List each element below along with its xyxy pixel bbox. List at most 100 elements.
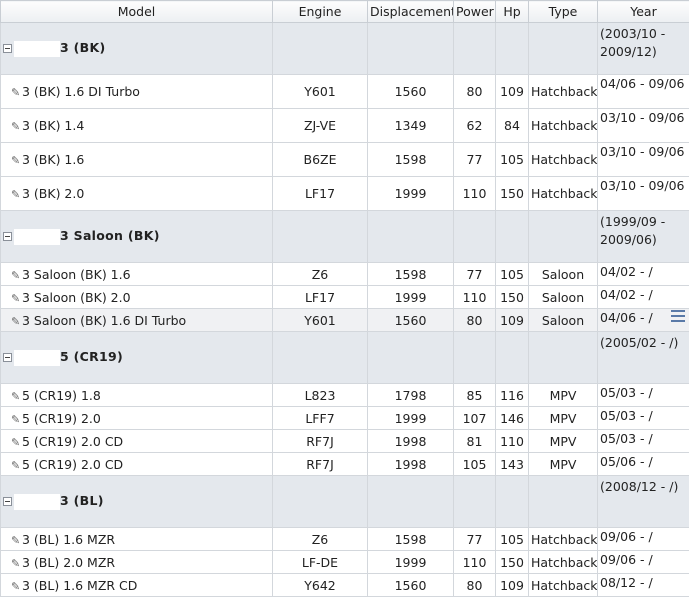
table-row[interactable]: ✎5 (CR19) 2.0 CDRF7J1998105143MPV05/06 -… bbox=[1, 453, 689, 476]
type-cell: Hatchback bbox=[529, 177, 598, 211]
model-name[interactable]: 5 (CR19) 2.0 CD bbox=[22, 457, 123, 472]
hp-cell: 105 bbox=[496, 528, 529, 551]
engine-cell: LF17 bbox=[273, 177, 368, 211]
model-name[interactable]: 5 (CR19) 2.0 CD bbox=[22, 434, 123, 449]
empty-cell bbox=[496, 476, 529, 528]
table-row[interactable]: ✎5 (CR19) 2.0LFF71999107146MPV05/03 - / bbox=[1, 407, 689, 430]
table-row[interactable]: ✎3 (BK) 1.6B6ZE159877105Hatchback03/10 -… bbox=[1, 143, 689, 177]
year-value: 05/06 - / bbox=[600, 454, 653, 469]
model-name[interactable]: 3 Saloon (BK) 1.6 bbox=[22, 267, 131, 282]
table-row[interactable]: ✎3 (BK) 2.0LF171999110150Hatchback03/10 … bbox=[1, 177, 689, 211]
group-row[interactable]: 5 (CR19)(2005/02 - /) bbox=[1, 332, 689, 384]
power-cell: 80 bbox=[454, 75, 496, 109]
table-row[interactable]: ✎3 (BK) 1.4ZJ-VE13496284Hatchback03/10 -… bbox=[1, 109, 689, 143]
model-name[interactable]: 3 (BK) 1.6 bbox=[22, 152, 84, 167]
redacted-brand bbox=[14, 350, 60, 366]
empty-cell bbox=[368, 211, 454, 263]
table-row[interactable]: ✎3 Saloon (BK) 1.6 DI TurboY601156080109… bbox=[1, 309, 689, 332]
group-row[interactable]: 3 Saloon (BK)(1999/09 - 2009/06) bbox=[1, 211, 689, 263]
year-value: 05/03 - / bbox=[600, 431, 653, 446]
model-name[interactable]: 3 (BK) 1.4 bbox=[22, 118, 84, 133]
model-name[interactable]: 3 (BL) 2.0 MZR bbox=[22, 555, 115, 570]
type-cell: Hatchback bbox=[529, 109, 598, 143]
table-row[interactable]: ✎3 Saloon (BK) 1.6Z6159877105Saloon04/02… bbox=[1, 263, 689, 286]
year-cell: 04/02 - / bbox=[598, 263, 689, 286]
vehicle-table: Model Engine Displacement Power Hp Type … bbox=[0, 0, 689, 597]
collapse-toggle-icon[interactable] bbox=[3, 353, 12, 362]
wrench-icon: ✎ bbox=[11, 557, 21, 570]
group-row[interactable]: 3 (BL) (2008/12 - /) bbox=[1, 476, 689, 528]
type-cell: Saloon bbox=[529, 263, 598, 286]
column-header-hp[interactable]: Hp bbox=[496, 1, 529, 23]
group-name: 3 (BK) bbox=[60, 40, 106, 55]
empty-cell bbox=[368, 332, 454, 384]
wrench-icon: ✎ bbox=[11, 390, 21, 403]
wrench-icon: ✎ bbox=[11, 154, 21, 167]
column-header-year[interactable]: Year bbox=[598, 1, 689, 23]
type-cell: Hatchback bbox=[529, 551, 598, 574]
hp-cell: 150 bbox=[496, 177, 529, 211]
column-header-displacement[interactable]: Displacement bbox=[368, 1, 454, 23]
empty-cell bbox=[273, 332, 368, 384]
column-header-model[interactable]: Model bbox=[1, 1, 273, 23]
table-row[interactable]: ✎3 (BK) 1.6 DI TurboY601156080109Hatchba… bbox=[1, 75, 689, 109]
table-row[interactable]: ✎5 (CR19) 2.0 CDRF7J199881110MPV05/03 - … bbox=[1, 430, 689, 453]
column-header-type[interactable]: Type bbox=[529, 1, 598, 23]
list-icon[interactable] bbox=[671, 310, 685, 322]
type-cell: Hatchback bbox=[529, 528, 598, 551]
type-cell: Hatchback bbox=[529, 574, 598, 597]
group-name-cell: 3 (BL) bbox=[1, 476, 273, 528]
power-cell: 110 bbox=[454, 177, 496, 211]
type-cell: Saloon bbox=[529, 286, 598, 309]
model-name[interactable]: 3 (BK) 1.6 DI Turbo bbox=[22, 84, 140, 99]
column-header-power[interactable]: Power bbox=[454, 1, 496, 23]
year-value: 03/10 - 09/06 bbox=[600, 110, 685, 125]
year-value: 05/03 - / bbox=[600, 385, 653, 400]
model-cell: ✎3 Saloon (BK) 1.6 bbox=[1, 263, 273, 286]
table-row[interactable]: ✎5 (CR19) 1.8L823179885116MPV05/03 - / bbox=[1, 384, 689, 407]
collapse-toggle-icon[interactable] bbox=[3, 232, 12, 241]
hp-cell: 150 bbox=[496, 551, 529, 574]
column-header-engine[interactable]: Engine bbox=[273, 1, 368, 23]
power-cell: 81 bbox=[454, 430, 496, 453]
model-name[interactable]: 3 Saloon (BK) 1.6 DI Turbo bbox=[22, 313, 186, 328]
group-year: (2008/12 - /) bbox=[598, 476, 689, 528]
table-row[interactable]: ✎3 (BL) 1.6 MZRZ6159877105Hatchback09/06… bbox=[1, 528, 689, 551]
engine-cell: LF-DE bbox=[273, 551, 368, 574]
year-value: 08/12 - / bbox=[600, 575, 653, 590]
empty-cell bbox=[454, 23, 496, 75]
power-cell: 110 bbox=[454, 286, 496, 309]
model-name[interactable]: 5 (CR19) 1.8 bbox=[22, 388, 101, 403]
type-cell: MPV bbox=[529, 384, 598, 407]
displacement-cell: 1998 bbox=[368, 453, 454, 476]
displacement-cell: 1998 bbox=[368, 430, 454, 453]
table-row[interactable]: ✎3 (BL) 1.6 MZR CDY642156080109Hatchback… bbox=[1, 574, 689, 597]
model-name[interactable]: 3 (BL) 1.6 MZR bbox=[22, 532, 115, 547]
model-name[interactable]: 5 (CR19) 2.0 bbox=[22, 411, 101, 426]
hp-cell: 143 bbox=[496, 453, 529, 476]
group-name: 5 (CR19) bbox=[60, 349, 123, 364]
empty-cell bbox=[454, 476, 496, 528]
model-name[interactable]: 3 (BL) 1.6 MZR CD bbox=[22, 578, 137, 593]
power-cell: 105 bbox=[454, 453, 496, 476]
table-row[interactable]: ✎3 Saloon (BK) 2.0LF171999110150Saloon04… bbox=[1, 286, 689, 309]
model-cell: ✎3 (BL) 2.0 MZR bbox=[1, 551, 273, 574]
displacement-cell: 1798 bbox=[368, 384, 454, 407]
wrench-icon: ✎ bbox=[11, 436, 21, 449]
hp-cell: 109 bbox=[496, 574, 529, 597]
hp-cell: 105 bbox=[496, 143, 529, 177]
group-name: 3 (BL) bbox=[60, 493, 104, 508]
displacement-cell: 1999 bbox=[368, 286, 454, 309]
collapse-toggle-icon[interactable] bbox=[3, 497, 12, 506]
model-name[interactable]: 3 (BK) 2.0 bbox=[22, 186, 84, 201]
collapse-toggle-icon[interactable] bbox=[3, 44, 12, 53]
displacement-cell: 1598 bbox=[368, 528, 454, 551]
model-name[interactable]: 3 Saloon (BK) 2.0 bbox=[22, 290, 131, 305]
year-cell: 03/10 - 09/06 bbox=[598, 143, 689, 177]
power-cell: 80 bbox=[454, 309, 496, 332]
group-year: (2003/10 - 2009/12) bbox=[598, 23, 689, 75]
wrench-icon: ✎ bbox=[11, 269, 21, 282]
table-row[interactable]: ✎3 (BL) 2.0 MZRLF-DE1999110150Hatchback0… bbox=[1, 551, 689, 574]
group-row[interactable]: 3 (BK) (2003/10 - 2009/12) bbox=[1, 23, 689, 75]
group-year: (1999/09 - 2009/06) bbox=[598, 211, 689, 263]
